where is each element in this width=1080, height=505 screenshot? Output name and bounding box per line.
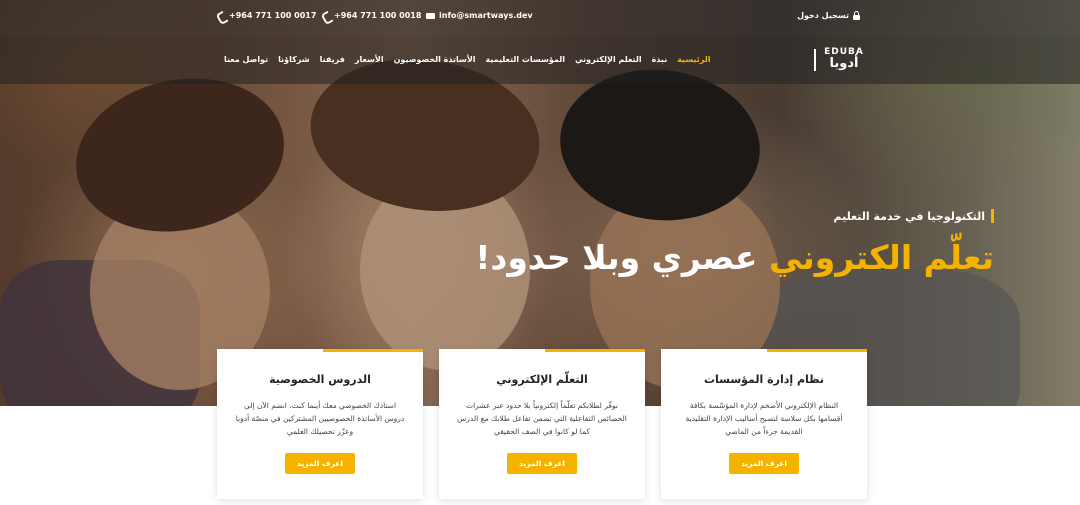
login-link[interactable]: تسجيل دخول — [797, 10, 860, 20]
card-title: التعلّم الإلكتروني — [496, 373, 588, 386]
card-elearning: التعلّم الإلكتروني نوفّر لطلابكم تعلّماً… — [439, 349, 645, 499]
phone-text-1: +964 771 100 0018 — [334, 11, 422, 20]
nav-menu: الرئيسية نبذة التعلم الإلكتروني المؤسسات ال… — [224, 55, 710, 64]
card-accent — [767, 349, 867, 352]
tagline-accent-bar — [991, 209, 994, 223]
phone-icon — [322, 12, 330, 20]
hero-tagline: التكنولوجيا في خدمة التعليم — [833, 209, 994, 223]
nav-item-8[interactable]: تواصل معنا — [224, 55, 268, 64]
learn-more-button[interactable]: اعرف المزيد — [729, 453, 799, 474]
lock-icon — [853, 10, 860, 20]
card-title: الدروس الخصوصية — [269, 373, 371, 386]
card-title: نظام إدارة المؤسسات — [703, 373, 825, 386]
email-link[interactable]: info@smartways.dev — [426, 11, 533, 20]
nav-item-7[interactable]: شركاؤنا — [278, 55, 309, 64]
learn-more-button[interactable]: اعرف المزيد — [507, 453, 577, 474]
headline-rest: عصري وبلا حدود! — [475, 238, 769, 277]
tagline-text: التكنولوجيا في خدمة التعليم — [833, 209, 985, 223]
headline-highlight: تعلّم الكتروني — [768, 238, 994, 277]
mail-icon — [426, 13, 435, 19]
phone-icon — [217, 12, 225, 20]
login-label: تسجيل دخول — [797, 11, 849, 20]
phone-text-2: +964 771 100 0017 — [229, 11, 317, 20]
card-accent — [545, 349, 645, 352]
nav-item-0[interactable]: الرئيسية — [677, 55, 710, 64]
logo-text-ar: أدوبا — [829, 56, 859, 71]
card-text: استاذك الخصوصي معك أينما كنت. انضم الآن … — [235, 401, 405, 436]
card-institutions: نظام إدارة المؤسسات النظام الإلكتروني ال… — [661, 349, 867, 499]
phone-link-1[interactable]: +964 771 100 0018 — [322, 11, 421, 20]
logo-mark-icon — [814, 49, 820, 71]
contact-bar: تسجيل دخول info@smartways.dev +964 771 1… — [0, 0, 1080, 37]
card-private-lessons: الدروس الخصوصية استاذك الخصوصي معك أينما… — [217, 349, 423, 499]
nav-item-5[interactable]: الأسعار — [355, 55, 384, 64]
learn-more-button[interactable]: اعرف المزيد — [285, 453, 355, 474]
phone-link-2[interactable]: +964 771 100 0017 — [217, 11, 316, 20]
main-navbar: EDUBA أدوبا الرئيسية نبذة التعلم الإلكترون… — [0, 37, 1080, 84]
email-text: info@smartways.dev — [439, 11, 533, 20]
nav-item-1[interactable]: نبذة — [652, 55, 668, 64]
nav-item-6[interactable]: فريقنا — [320, 55, 345, 64]
nav-item-4[interactable]: الأساتذة الخصوصيون — [394, 55, 476, 64]
eduba-logo[interactable]: EDUBA أدوبا — [814, 47, 874, 75]
card-text: النظام الإلكتروني الأضخم لإدارة المؤسّسة… — [685, 401, 843, 436]
nav-item-2[interactable]: التعلم الإلكتروني — [575, 55, 642, 64]
card-text: نوفّر لطلابكم تعلّماً إلكترونياً بلا حدو… — [457, 401, 627, 436]
hero-headline: تعلّم الكتروني عصري وبلا حدود! — [475, 238, 994, 277]
nav-item-3[interactable]: المؤسسات التعليمية — [486, 55, 566, 64]
card-accent — [323, 349, 423, 352]
